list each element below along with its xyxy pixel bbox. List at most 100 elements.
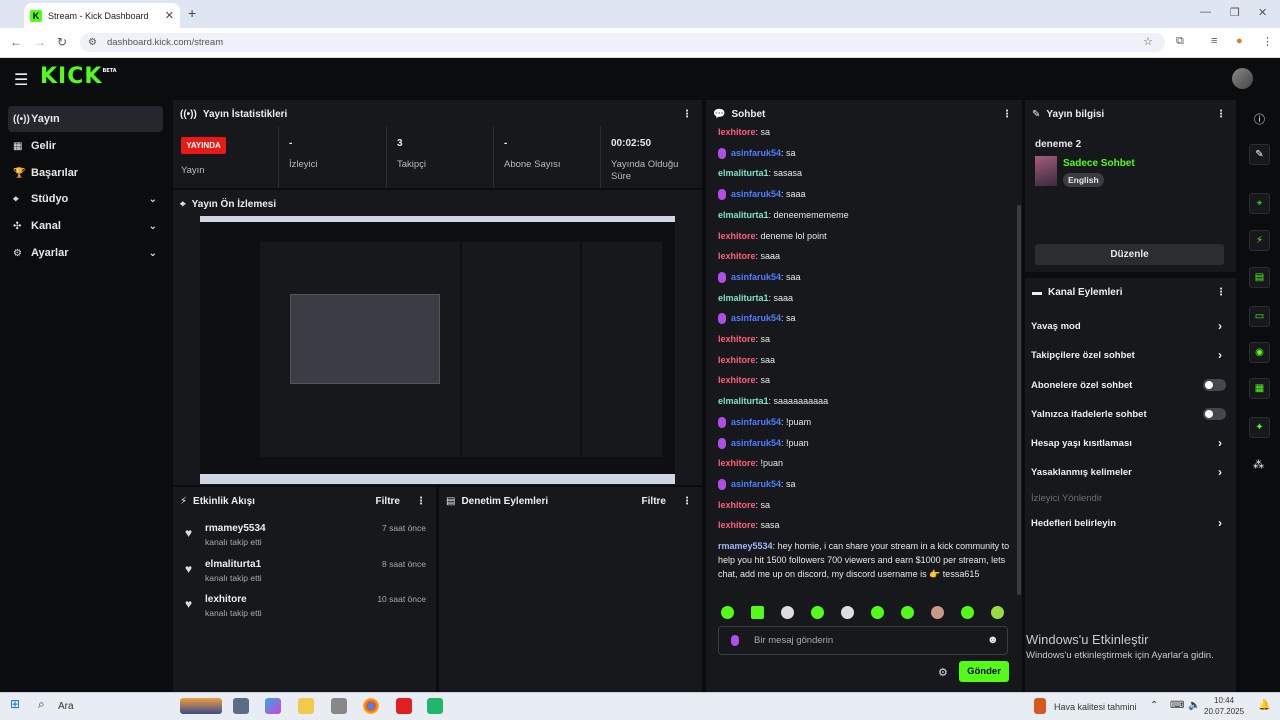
sidebar-item-basarilar[interactable]: 🏆 Başarılar	[8, 160, 163, 186]
chat-username[interactable]: lexhitore	[718, 375, 756, 385]
tray-chevron-icon[interactable]: ⌃	[1150, 700, 1158, 711]
filter-button[interactable]: Filtre	[376, 496, 400, 507]
profile-icon[interactable]: ●	[1236, 35, 1243, 47]
chat-username[interactable]: elmaliturta1	[718, 293, 769, 303]
emote-icon[interactable]	[751, 606, 764, 619]
emote-icon[interactable]	[901, 606, 914, 619]
copilot-icon[interactable]	[265, 698, 281, 714]
action-followers-only[interactable]: Takipçilere özel sohbet ›	[1031, 345, 1226, 365]
chat-message[interactable]: lexhitore: saaa	[718, 249, 1013, 263]
subscribers-only-toggle[interactable]	[1203, 379, 1226, 391]
emote-icon[interactable]	[931, 606, 944, 619]
chat-username[interactable]: lexhitore	[718, 251, 756, 261]
sidebar-item-kanal[interactable]: ✣ Kanal ⌄	[8, 213, 163, 239]
sidebar-item-studyo[interactable]: ⌖ Stüdyo ⌄	[8, 186, 163, 212]
chat-message[interactable]: lexhitore: sa	[718, 373, 1013, 387]
chat-username[interactable]: elmaliturta1	[718, 168, 769, 178]
notification-icon[interactable]: 🔔	[1258, 700, 1270, 711]
emote-icon[interactable]	[781, 606, 794, 619]
sidebar-item-gelir[interactable]: ▦ Gelir	[8, 133, 163, 159]
chat-username[interactable]: lexhitore	[718, 127, 756, 137]
yandex-icon[interactable]	[396, 698, 412, 714]
kick-app-icon[interactable]	[427, 698, 443, 714]
forward-icon[interactable]: →	[34, 35, 46, 49]
more-options-icon[interactable]: ⋮	[416, 496, 426, 507]
chat-message[interactable]: elmaliturta1: saaa	[718, 291, 1013, 305]
more-options-icon[interactable]: ⋮	[1002, 109, 1012, 120]
maximize-icon[interactable]: ❐	[1230, 6, 1240, 19]
chat-input[interactable]: Bir mesaj gönderin	[718, 626, 1008, 655]
more-options-icon[interactable]: ⋮	[1216, 109, 1226, 120]
plugins-icon[interactable]: ⁂	[1253, 458, 1264, 471]
bookmark-star-icon[interactable]: ☆	[1143, 35, 1153, 48]
chat-bubble-icon[interactable]: ▭	[1249, 306, 1270, 327]
taskbar-time[interactable]: 10:44	[1214, 696, 1234, 705]
extensions-icon[interactable]: ⧉	[1176, 35, 1184, 48]
document-icon[interactable]: ▤	[1249, 267, 1270, 288]
emote-icon[interactable]	[961, 606, 974, 619]
chat-scrollbar[interactable]	[1017, 205, 1021, 595]
info-icon[interactable]: ⓘ	[1254, 111, 1265, 127]
chat-username[interactable]: lexhitore	[718, 231, 756, 241]
chat-username[interactable]: rmamey5534	[718, 541, 773, 551]
chrome-icon[interactable]	[363, 698, 379, 714]
chat-message[interactable]: asinfaruk54: !puam	[718, 415, 1013, 429]
reload-icon[interactable]: ↻	[57, 35, 67, 49]
category-name[interactable]: Sadece Sohbet	[1063, 158, 1135, 169]
chat-message[interactable]: asinfaruk54: sa	[718, 477, 1013, 491]
chat-username[interactable]: asinfaruk54	[731, 438, 781, 448]
stream-preview-video[interactable]	[200, 216, 675, 484]
site-settings-icon[interactable]: ⚙	[88, 37, 97, 48]
chat-username[interactable]: asinfaruk54	[731, 479, 781, 489]
chat-username[interactable]: elmaliturta1	[718, 396, 769, 406]
taskbar-date[interactable]: 20.07.2025	[1204, 707, 1244, 716]
new-tab-icon[interactable]: +	[188, 5, 196, 21]
air-quality-icon[interactable]	[1034, 698, 1046, 714]
chat-username[interactable]: lexhitore	[718, 500, 756, 510]
chat-username[interactable]: asinfaruk54	[731, 417, 781, 427]
chat-message[interactable]: elmaliturta1: sasasa	[718, 166, 1013, 180]
taskbar-search-label[interactable]: Ara	[58, 701, 74, 712]
sidebar-item-ayarlar[interactable]: ⚙ Ayarlar ⌄	[8, 240, 163, 266]
send-button[interactable]: Gönder	[959, 661, 1009, 682]
chat-username[interactable]: asinfaruk54	[731, 189, 781, 199]
emote-icon[interactable]	[871, 606, 884, 619]
emote-icon[interactable]	[991, 606, 1004, 619]
chat-message[interactable]: lexhitore: !puan	[718, 456, 1013, 470]
chat-username[interactable]: lexhitore	[718, 355, 756, 365]
task-view-icon[interactable]	[233, 698, 249, 714]
chat-username[interactable]: lexhitore	[718, 334, 756, 344]
chat-username[interactable]: asinfaruk54	[731, 313, 781, 323]
emoji-picker-icon[interactable]: ☻	[987, 634, 999, 646]
weather-text[interactable]: Hava kalitesi tahmini	[1054, 702, 1137, 712]
volume-icon[interactable]: 🔈	[1188, 700, 1200, 711]
edit-button[interactable]: Düzenle	[1035, 244, 1224, 265]
menu-icon[interactable]: ⋮	[1262, 35, 1273, 48]
chat-message[interactable]: asinfaruk54: saaa	[718, 187, 1013, 201]
chat-username[interactable]: lexhitore	[718, 458, 756, 468]
chat-message[interactable]: elmaliturta1: saaaaaaaaaa	[718, 394, 1013, 408]
chat-username[interactable]: asinfaruk54	[731, 148, 781, 158]
action-slow-mode[interactable]: Yavaş mod ›	[1031, 316, 1226, 336]
windows-start-icon[interactable]: ⊞	[10, 697, 20, 711]
back-icon[interactable]: ←	[10, 35, 22, 49]
search-icon[interactable]: ⌕	[38, 697, 45, 712]
chat-message[interactable]: asinfaruk54: sa	[718, 311, 1013, 325]
minimize-icon[interactable]: —	[1200, 6, 1211, 18]
sidebar-item-yayin[interactable]: ((•)) Yayın	[8, 106, 163, 132]
bolt-icon[interactable]: ⚡	[1249, 230, 1270, 251]
file-explorer-icon[interactable]	[298, 698, 314, 714]
emote-icon[interactable]	[841, 606, 854, 619]
close-window-icon[interactable]: ✕	[1258, 6, 1267, 19]
more-options-icon[interactable]: ⋮	[1216, 287, 1226, 298]
chat-username[interactable]: elmaliturta1	[718, 210, 769, 220]
chat-message[interactable]: asinfaruk54: sa	[718, 146, 1013, 160]
chat-message[interactable]: elmaliturta1: deneememememe	[718, 208, 1013, 222]
chat-settings-gear-icon[interactable]: ⚙	[938, 666, 948, 679]
browser-tab[interactable]: K Stream - Kick Dashboard ✕	[24, 3, 180, 28]
filter-button[interactable]: Filtre	[642, 496, 666, 507]
action-set-goals[interactable]: Hedefleri belirleyin ›	[1031, 513, 1226, 533]
chat-message[interactable]: lexhitore: deneme lol point	[718, 229, 1013, 243]
chat-message[interactable]: lexhitore: saa	[718, 353, 1013, 367]
channel-actions-icon[interactable]: ▦	[1249, 378, 1270, 399]
